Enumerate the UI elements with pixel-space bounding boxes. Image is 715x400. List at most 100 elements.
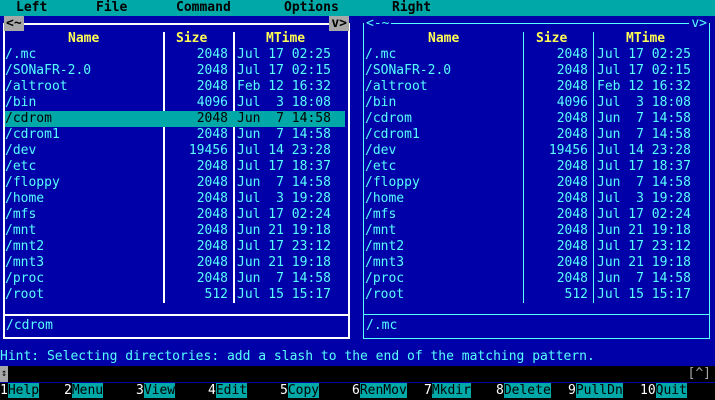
right-file-row[interactable]: /mfs 2048 Jul 17 02:24 [365, 207, 705, 223]
right-file-row[interactable]: /dev 19456 Jul 14 23:28 [365, 143, 705, 159]
file-name: /dev [365, 143, 397, 158]
menu-bar: Left File Command Options Right [0, 0, 715, 16]
right-file-row[interactable]: /.mc 2048 Jul 17 02:25 [365, 47, 705, 63]
file-name: /etc [365, 159, 397, 174]
left-file-row[interactable]: /SONaFR-2.0 2048 Jul 17 02:15 [5, 63, 345, 79]
fkey-number: 6 [352, 383, 360, 398]
file-mtime: Jun 21 19:18 [237, 223, 331, 238]
right-file-row[interactable]: /SONaFR-2.0 2048 Jul 17 02:15 [365, 63, 705, 79]
file-size: 2048 [196, 111, 228, 126]
fkey-label: RenMov [359, 383, 407, 398]
left-file-row[interactable]: /.mc 2048 Jul 17 02:25 [5, 47, 345, 63]
file-name: /root [5, 287, 45, 302]
fkey-quit[interactable]: 10Quit [640, 383, 687, 399]
file-mtime: Jun 7 14:58 [597, 127, 691, 142]
file-name: /mnt [5, 223, 37, 238]
right-file-row[interactable]: /mnt3 2048 Jun 21 19:18 [365, 255, 705, 271]
right-panel-hotlist-button[interactable]: v> [689, 16, 709, 31]
right-file-row[interactable]: /mnt 2048 Jun 21 19:18 [365, 223, 705, 239]
fkey-pulldn[interactable]: 9PullDn [568, 383, 623, 399]
left-panel-hotlist-button[interactable]: v> [329, 16, 349, 31]
fkey-number: 8 [496, 383, 504, 398]
file-size: 4096 [196, 95, 228, 110]
fkey-menu[interactable]: 2Menu [64, 383, 104, 399]
file-name: /.mc [365, 47, 397, 62]
command-line-input[interactable] [0, 366, 715, 382]
left-file-row[interactable]: /mnt3 2048 Jun 21 19:18 [5, 255, 345, 271]
right-file-row[interactable]: /altroot 2048 Feb 12 16:32 [365, 79, 705, 95]
command-history-indicator[interactable]: [^] [688, 366, 711, 382]
left-file-row[interactable]: /mnt2 2048 Jul 17 23:12 [5, 239, 345, 255]
left-status-line: /cdrom [6, 318, 53, 333]
file-mtime: Jun 21 19:18 [237, 255, 331, 270]
left-file-row[interactable]: /floppy 2048 Jun 7 14:58 [5, 175, 345, 191]
left-file-row[interactable]: /bin 4096 Jul 3 18:08 [5, 95, 345, 111]
file-mtime: Jul 17 02:25 [597, 47, 691, 62]
fkey-renmov[interactable]: 6RenMov [352, 383, 407, 399]
left-header-name[interactable]: Name [68, 31, 99, 47]
fkey-copy[interactable]: 5Copy [280, 383, 320, 399]
left-file-row[interactable]: /cdrom 2048 Jun 7 14:58 [5, 111, 345, 127]
fkey-edit[interactable]: 4Edit [208, 383, 248, 399]
right-file-row[interactable]: /cdrom1 2048 Jun 7 14:58 [365, 127, 705, 143]
file-name: /altroot [365, 79, 428, 94]
left-file-row[interactable]: /cdrom1 2048 Jun 7 14:58 [5, 127, 345, 143]
left-file-row[interactable]: /proc 2048 Jun 7 14:58 [5, 271, 345, 287]
right-header-name[interactable]: Name [428, 31, 459, 47]
right-file-row[interactable]: /cdrom 2048 Jun 7 14:58 [365, 111, 705, 127]
right-header-size[interactable]: Size [536, 31, 567, 47]
right-status-line: /.mc [366, 318, 398, 333]
fkey-help[interactable]: 1Help [0, 383, 40, 399]
left-file-row[interactable]: /home 2048 Jul 3 19:28 [5, 191, 345, 207]
menu-left[interactable]: Left [16, 0, 47, 16]
file-size: 512 [204, 287, 228, 302]
right-status-divider [363, 314, 710, 315]
right-panel[interactable]: <-~ v> Name Size MTime /.mc 2048 Jul 17 02… [360, 16, 713, 342]
file-mtime: Jun 21 19:18 [597, 255, 691, 270]
file-mtime: Jun 7 14:58 [237, 175, 331, 190]
file-name: /SONaFR-2.0 [5, 63, 92, 78]
file-mtime: Jul 17 18:37 [237, 159, 331, 174]
right-file-row[interactable]: /bin 4096 Jul 3 18:08 [365, 95, 705, 111]
right-file-row[interactable]: /etc 2048 Jul 17 18:37 [365, 159, 705, 175]
menu-file[interactable]: File [96, 0, 127, 16]
fkey-delete[interactable]: 8Delete [496, 383, 551, 399]
left-file-row[interactable]: /etc 2048 Jul 17 18:37 [5, 159, 345, 175]
file-name: /proc [365, 271, 405, 286]
left-panel[interactable]: <~ v> Name Size MTime /.mc 2048 Jul 17 02:… [0, 16, 353, 342]
left-header-mtime[interactable]: MTime [266, 31, 305, 47]
left-file-row[interactable]: /altroot 2048 Feb 12 16:32 [5, 79, 345, 95]
left-file-list[interactable]: /.mc 2048 Jul 17 02:25/SONaFR-2.0 2048 Jul 1… [5, 47, 345, 303]
fkey-view[interactable]: 3View [136, 383, 176, 399]
right-file-row[interactable]: /floppy 2048 Jun 7 14:58 [365, 175, 705, 191]
file-mtime: Jun 7 14:58 [597, 271, 691, 286]
right-panel-history-button[interactable]: <-~ [364, 16, 392, 31]
menu-right[interactable]: Right [392, 0, 431, 16]
right-file-row[interactable]: /root 512 Jul 15 15:17 [365, 287, 705, 303]
right-file-row[interactable]: /home 2048 Jul 3 19:28 [365, 191, 705, 207]
file-size: 2048 [556, 239, 588, 254]
left-file-row[interactable]: /mfs 2048 Jul 17 02:24 [5, 207, 345, 223]
left-file-row[interactable]: /dev 19456 Jul 14 23:28 [5, 143, 345, 159]
left-header-size[interactable]: Size [176, 31, 207, 47]
left-file-row[interactable]: /root 512 Jul 15 15:17 [5, 287, 345, 303]
right-file-row[interactable]: /proc 2048 Jun 7 14:58 [365, 271, 705, 287]
menu-options[interactable]: Options [284, 0, 339, 16]
file-mtime: Feb 12 16:32 [237, 79, 331, 94]
file-mtime: Jul 17 23:12 [597, 239, 691, 254]
file-size: 2048 [196, 271, 228, 286]
menu-command[interactable]: Command [176, 0, 231, 16]
right-file-list[interactable]: /.mc 2048 Jul 17 02:25/SONaFR-2.0 2048 Jul 1… [365, 47, 705, 303]
file-mtime: Jun 21 19:18 [597, 223, 691, 238]
fkey-number: 1 [0, 383, 8, 398]
file-name: /cdrom1 [5, 127, 60, 142]
fkey-number: 3 [136, 383, 144, 398]
right-file-row[interactable]: /mnt2 2048 Jul 17 23:12 [365, 239, 705, 255]
right-header-mtime[interactable]: MTime [626, 31, 665, 47]
left-file-row[interactable]: /mnt 2048 Jun 21 19:18 [5, 223, 345, 239]
fkey-label: View [143, 383, 176, 398]
file-mtime: Jul 17 02:15 [597, 63, 691, 78]
file-size: 2048 [556, 47, 588, 62]
fkey-mkdir[interactable]: 7Mkdir [424, 383, 471, 399]
left-panel-history-button[interactable]: <~ [4, 16, 24, 31]
